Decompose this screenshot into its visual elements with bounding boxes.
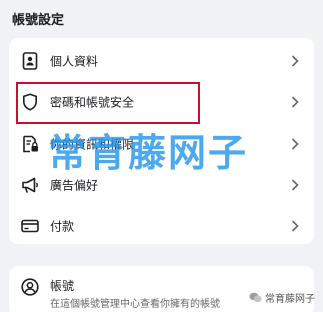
settings-item-label: 密碼和帳號安全 <box>50 95 135 110</box>
wechat-label: 常育藤网子 <box>265 294 315 305</box>
settings-item-label: 個人資料 <box>50 54 99 69</box>
settings-item-payments[interactable]: 付款 <box>9 206 314 246</box>
megaphone-icon <box>21 176 39 194</box>
account-title: 帳號 <box>50 279 75 293</box>
shield-icon <box>21 93 39 111</box>
settings-card: 個人資料 密碼和帳號安全 你的資訊和權限 廣告偏好 付款 <box>9 38 314 244</box>
settings-item-info-permissions[interactable]: 你的資訊和權限 <box>9 124 314 164</box>
id-card-icon <box>21 52 39 70</box>
wechat-icon <box>249 292 262 302</box>
chevron-right-icon <box>292 55 299 67</box>
settings-item-label: 付款 <box>50 219 75 234</box>
account-description: 在這個帳號管理中心查看你擁有的帳號 <box>50 299 220 310</box>
chevron-right-icon <box>292 179 299 191</box>
document-lock-icon <box>21 135 39 153</box>
credit-card-icon <box>21 217 39 235</box>
page-title: 帳號設定 <box>12 13 65 28</box>
wechat-watermark: 常育藤网子 <box>249 290 315 305</box>
chevron-right-icon <box>292 96 299 108</box>
settings-item-password-security[interactable]: 密碼和帳號安全 <box>9 82 314 122</box>
chevron-right-icon <box>292 220 299 232</box>
settings-page: 帳號設定 個人資料 密碼和帳號安全 你的資訊和權限 廣告偏好 付款 常育藤网子 … <box>0 0 323 312</box>
settings-item-ad-preferences[interactable]: 廣告偏好 <box>9 165 314 205</box>
account-card[interactable]: 帳號 在這個帳號管理中心查看你擁有的帳號 <box>9 266 314 312</box>
settings-item-personal-info[interactable]: 個人資料 <box>9 41 314 81</box>
settings-item-label: 你的資訊和權限 <box>50 137 135 152</box>
chevron-right-icon <box>292 138 299 150</box>
account-icon <box>21 278 39 296</box>
settings-item-label: 廣告偏好 <box>50 178 99 193</box>
